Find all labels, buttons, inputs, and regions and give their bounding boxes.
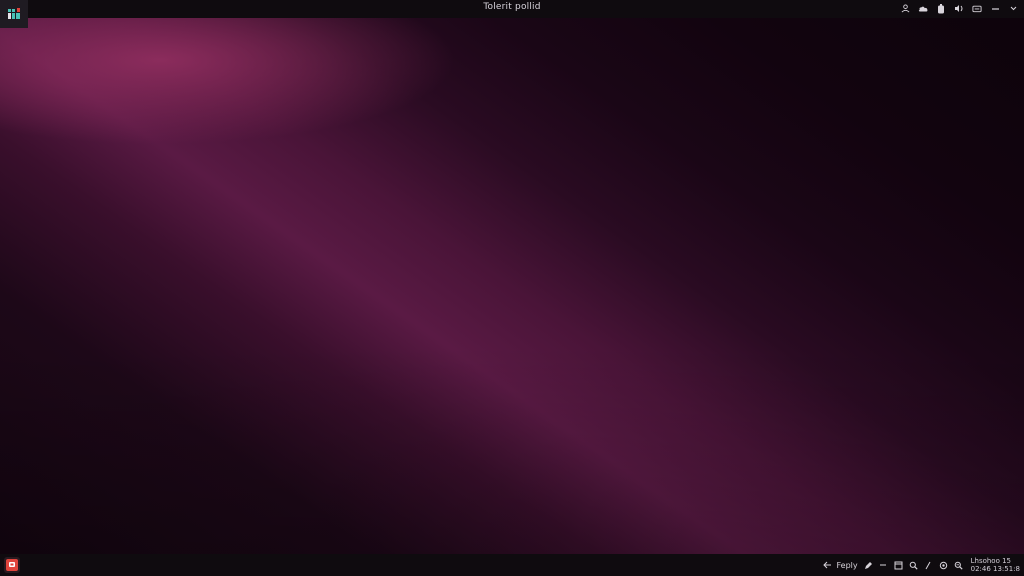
back-arrow-icon — [823, 561, 832, 570]
clock[interactable]: Lhsohoo 15 02:46 13:51:8 — [971, 557, 1020, 573]
settings-icon[interactable] — [939, 561, 948, 570]
chevron-down-icon[interactable] — [1008, 3, 1018, 14]
reply-label: Feply — [836, 560, 858, 570]
cloud-icon[interactable] — [918, 3, 928, 14]
minimize-icon[interactable] — [990, 3, 1000, 14]
search-icon[interactable] — [909, 561, 918, 570]
pen-icon[interactable] — [864, 561, 873, 570]
zoom-icon[interactable] — [954, 561, 963, 570]
battery-icon[interactable] — [936, 3, 946, 14]
reply-button[interactable]: Feply — [823, 560, 858, 570]
activities-button[interactable] — [0, 0, 28, 28]
volume-icon[interactable] — [954, 3, 964, 14]
clock-time: 02:46 13:51:8 — [970, 565, 1020, 573]
minus-icon[interactable] — [879, 561, 888, 570]
bottom-tray: Feply Lhsohoo 15 02:46 13:51:8 — [823, 557, 1020, 573]
system-tray — [900, 3, 1018, 14]
app-icon — [6, 559, 18, 571]
top-panel: Tolerit pollid — [0, 0, 1024, 18]
clock-date: Lhsohoo 15 — [970, 557, 1012, 565]
window-title: Tolerit pollid — [483, 2, 541, 12]
app-launcher-button[interactable] — [4, 557, 20, 573]
bottom-panel: Feply Lhsohoo 15 02:46 13:51:8 — [0, 554, 1024, 576]
slash-icon — [924, 561, 933, 570]
window-icon[interactable] — [894, 561, 903, 570]
desktop-wallpaper: Tolerit pollid Feply Lhsohoo 15 02:46 13… — [0, 0, 1024, 576]
user-icon[interactable] — [900, 3, 910, 14]
network-icon[interactable] — [972, 3, 982, 14]
apps-grid-icon — [8, 8, 20, 19]
